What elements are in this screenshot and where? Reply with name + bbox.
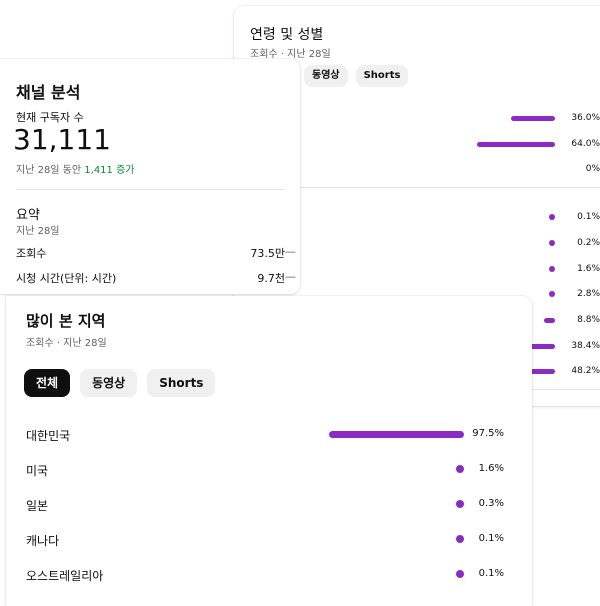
metric-label: 시청 시간(단위: 시간) [16, 272, 117, 285]
regions-subtitle: 조회수 · 지난 28일 [26, 338, 107, 349]
region-dot [456, 570, 464, 578]
metric-label: 조회수 [16, 247, 47, 260]
region-row[interactable]: 캐나다 0.1% [6, 531, 532, 549]
tab-shorts[interactable]: Shorts [355, 65, 409, 87]
region-value: 0.1% [478, 568, 504, 579]
age-row-value: 1.6% [577, 264, 600, 274]
age-row-value: 0% [585, 164, 600, 174]
age-row-value: 8.8% [577, 315, 600, 325]
tab-shorts[interactable]: Shorts [147, 369, 216, 397]
channel-analytics-card: 채널 분석 현재 구독자 수 31,111 지난 28일 동안 1,411 증가… [0, 59, 300, 294]
growth-prefix: 지난 28일 동안 [16, 165, 82, 176]
regions-tabs: 전체 동영상 Shorts [24, 369, 216, 397]
regions-title: 많이 본 지역 [26, 312, 106, 330]
region-value: 0.3% [478, 498, 504, 509]
region-label: 일본 [26, 499, 49, 513]
summary-title: 요약 [16, 208, 40, 223]
tab-all[interactable]: 전체 [24, 369, 71, 397]
metric-trend: — [285, 245, 296, 258]
region-row[interactable]: 오스트레일리아 0.1% [6, 566, 532, 584]
region-dot [456, 465, 464, 473]
region-row[interactable]: 대한민국 97.5% [6, 426, 532, 444]
tab-videos[interactable]: 동영상 [304, 65, 348, 87]
region-label: 캐나다 [26, 534, 60, 548]
top-regions-card: 많이 본 지역 조회수 · 지난 28일 전체 동영상 Shorts 대한민국 9… [6, 296, 532, 606]
age-row-dot [549, 214, 555, 220]
divider [296, 187, 600, 188]
metric-trend: — [285, 270, 296, 283]
region-dot [456, 500, 464, 508]
region-row[interactable]: 미국 1.6% [6, 461, 532, 479]
age-row-value: 38.4% [571, 341, 600, 351]
subscriber-growth: 지난 28일 동안 1,411 증가 [16, 161, 135, 176]
age-gender-tabs: 동영상 Shorts [304, 65, 409, 87]
age-row-value: 64.0% [571, 139, 600, 149]
age-gender-title: 연령 및 성별 [250, 27, 324, 43]
age-row-value: 48.2% [571, 366, 600, 376]
age-row-value: 0.2% [577, 238, 600, 248]
subscriber-count: 31,111 [13, 123, 111, 156]
metric-value: 73.5만 [250, 247, 285, 260]
region-value: 0.1% [478, 533, 504, 544]
region-value: 97.5% [472, 428, 504, 439]
age-row-dot [549, 240, 555, 246]
summary-subtitle: 지난 28일 [16, 226, 60, 237]
region-dot [456, 535, 464, 543]
region-label: 대한민국 [26, 429, 71, 443]
divider [16, 189, 284, 190]
age-gender-subtitle: 조회수 · 지난 28일 [250, 49, 331, 60]
region-value: 1.6% [478, 463, 504, 474]
age-row-value: 36.0% [571, 113, 600, 123]
region-label: 오스트레일리아 [26, 569, 104, 583]
metric-value: 9.7천 [257, 272, 285, 285]
metric-views[interactable]: 조회수 73.5만 — [16, 245, 300, 261]
metric-watch-time[interactable]: 시청 시간(단위: 시간) 9.7천 — [16, 270, 300, 286]
tab-videos[interactable]: 동영상 [80, 369, 138, 397]
region-bar [329, 431, 464, 438]
region-row[interactable]: 일본 0.3% [6, 496, 532, 514]
age-row-bar [544, 318, 555, 323]
page-title: 채널 분석 [16, 83, 81, 102]
age-row-bar [511, 116, 555, 121]
age-row-value: 0.1% [577, 212, 600, 222]
region-label: 미국 [26, 464, 49, 478]
age-row-bar [477, 142, 555, 147]
age-row-dot [549, 266, 555, 272]
growth-value: 1,411 증가 [84, 165, 135, 176]
age-row-value: 2.8% [577, 289, 600, 299]
age-row-dot [549, 291, 555, 297]
